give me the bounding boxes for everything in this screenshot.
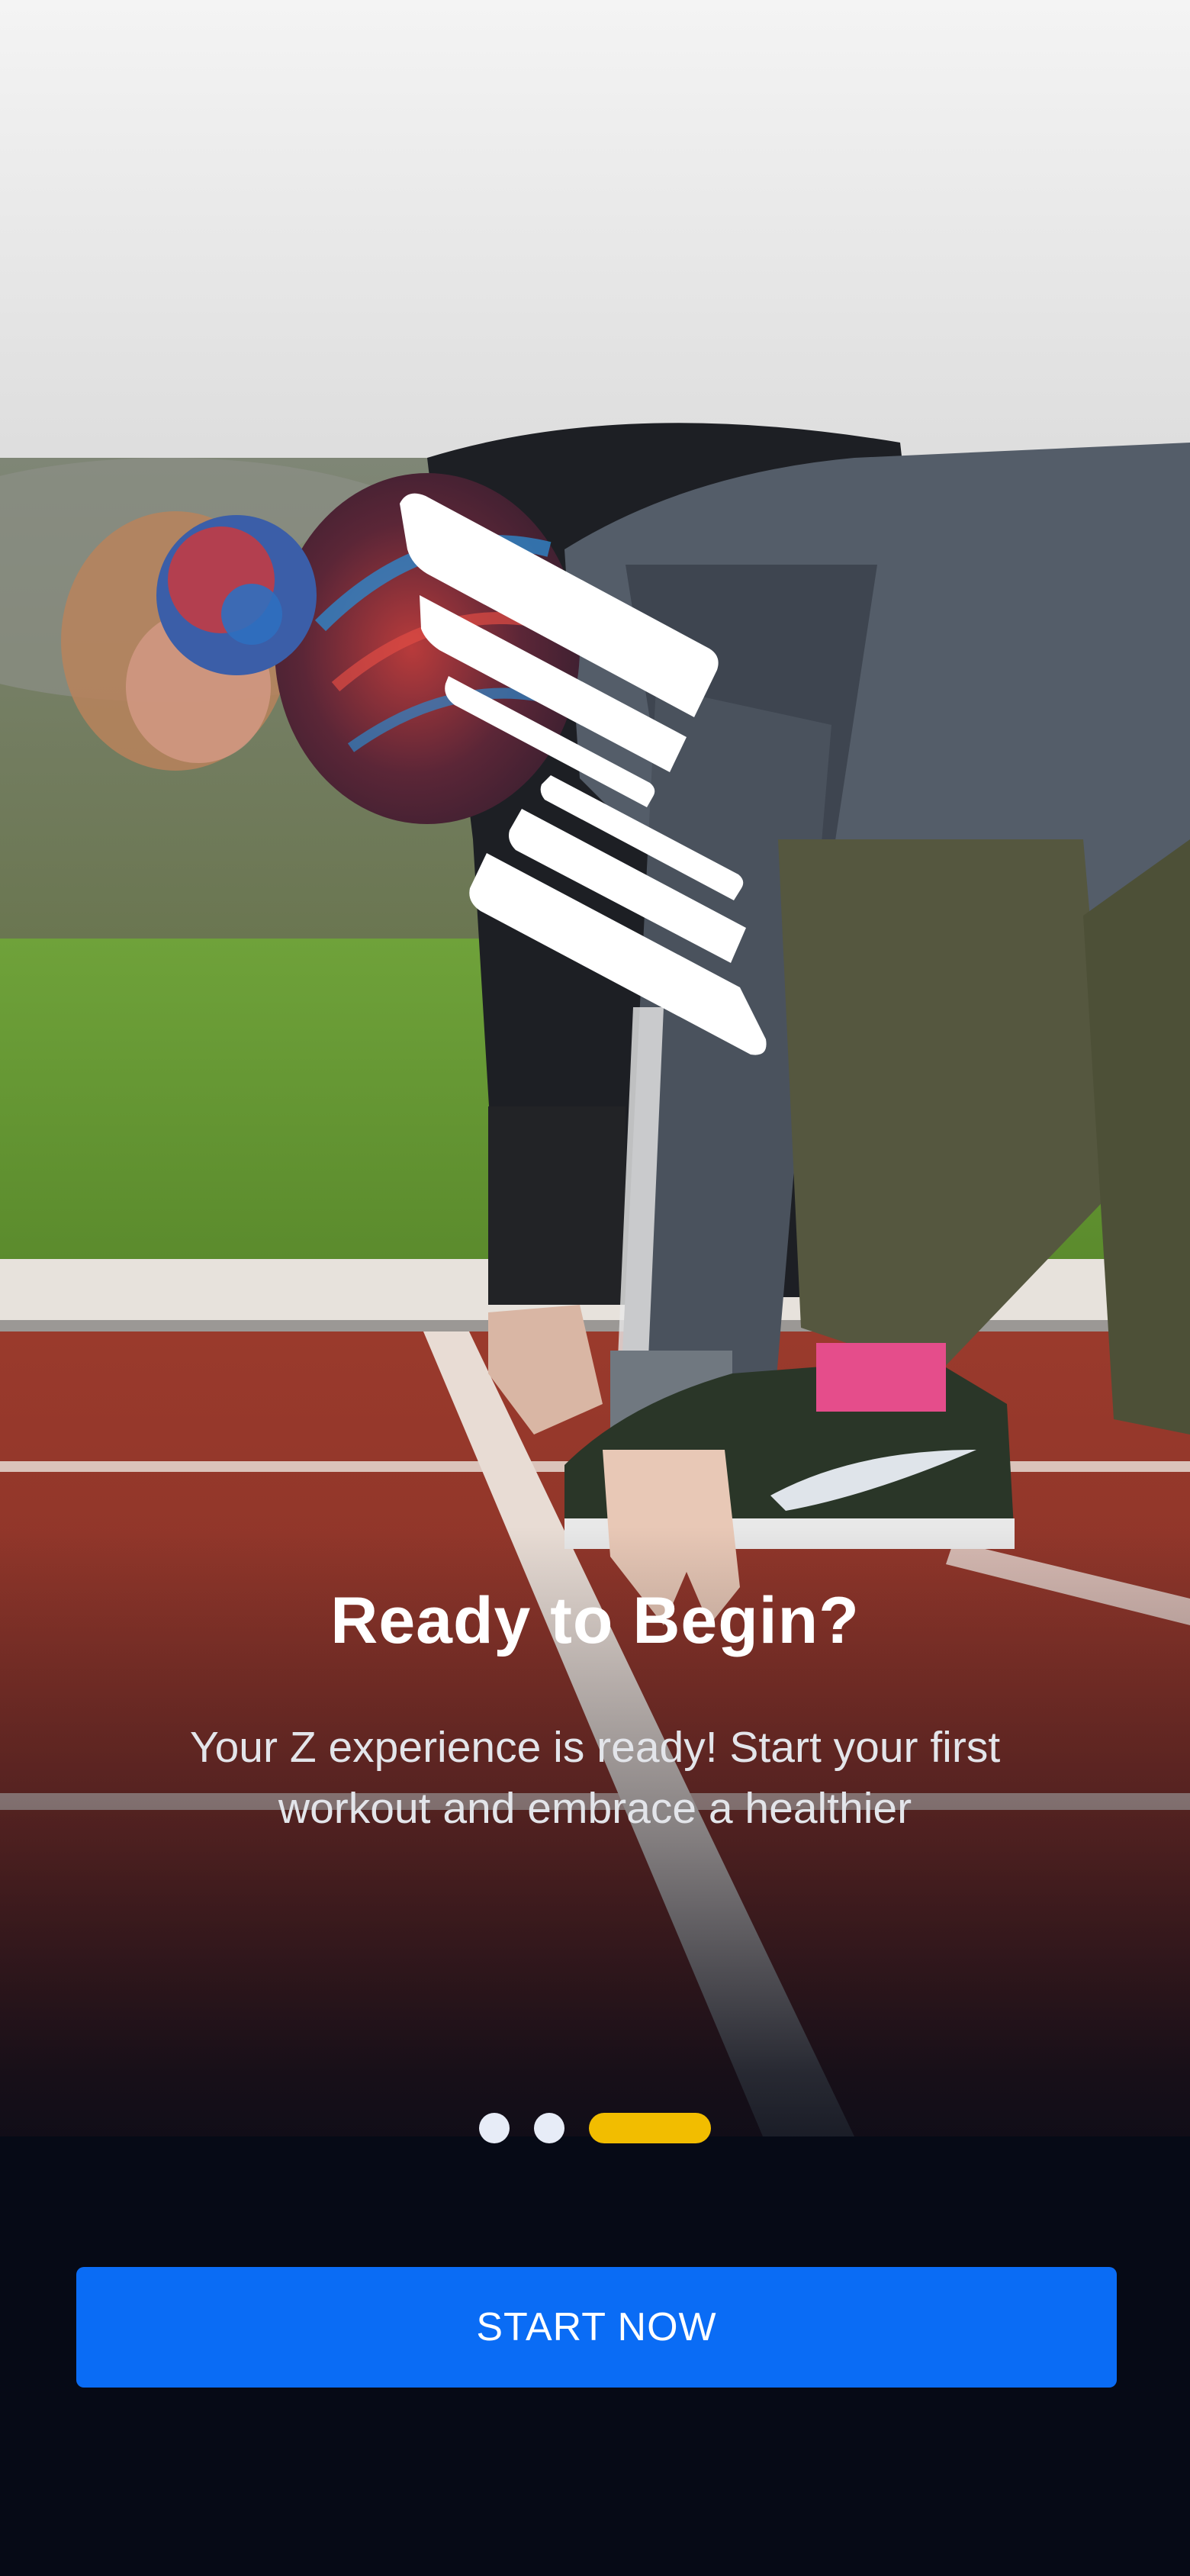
background-fade-overlay <box>0 1526 1190 2576</box>
start-now-button[interactable]: START NOW <box>76 2267 1117 2388</box>
onboarding-screen: Ready to Begin? Your Z experience is rea… <box>0 0 1190 2576</box>
page-dot-1[interactable] <box>479 2113 510 2143</box>
z-stripes-logo-icon <box>400 493 767 1055</box>
page-indicator <box>0 2113 1190 2143</box>
onboarding-title: Ready to Begin? <box>330 1584 860 1657</box>
onboarding-description: Your Z experience is ready! Start your f… <box>189 1723 1001 1833</box>
page-dot-3-active[interactable] <box>589 2113 711 2143</box>
page-dot-2[interactable] <box>534 2113 564 2143</box>
